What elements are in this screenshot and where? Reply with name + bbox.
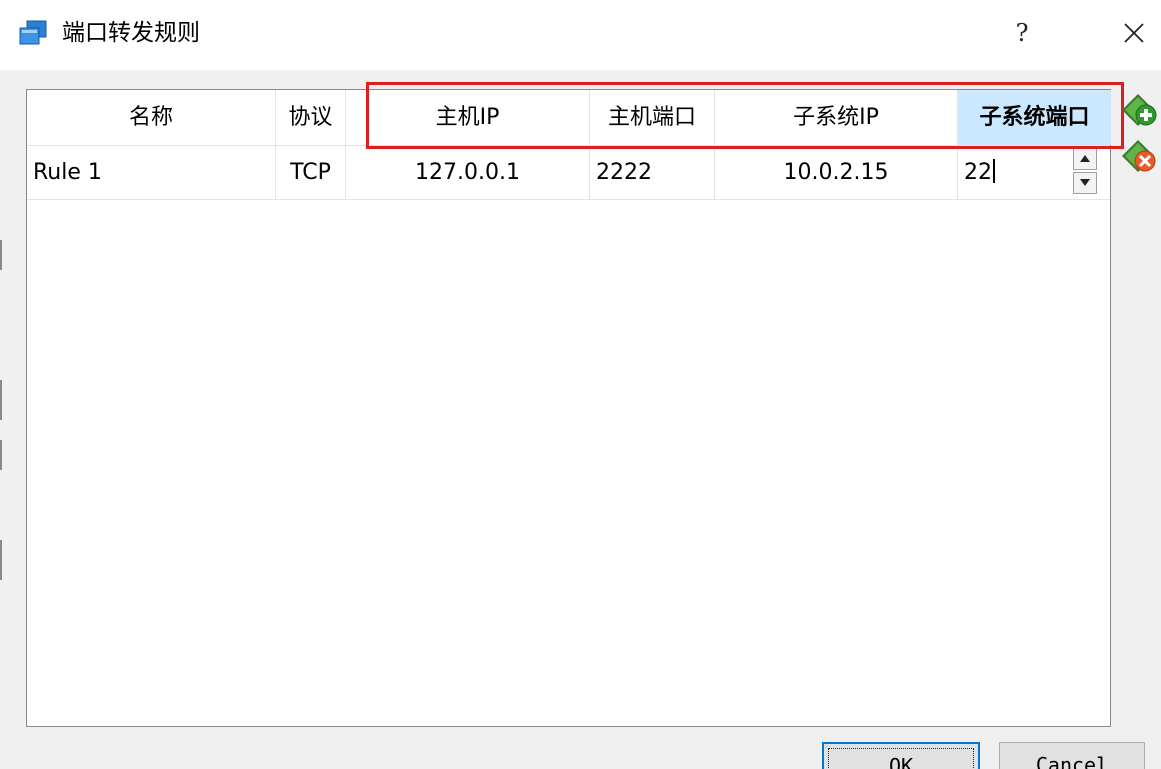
port-forwarding-dialog: 端口转发规则 ? 名称 协议 主机IP 主机端口 子系统IP 子系统端口 Rul… bbox=[0, 0, 1161, 769]
text-caret bbox=[993, 159, 995, 183]
column-header-host-ip[interactable]: 主机IP bbox=[346, 90, 590, 145]
edge-divider bbox=[0, 240, 2, 270]
column-header-guest-port[interactable]: 子系统端口 bbox=[958, 90, 1111, 145]
help-button[interactable]: ? bbox=[1000, 12, 1044, 54]
network-window-icon bbox=[19, 20, 47, 45]
table-header: 名称 协议 主机IP 主机端口 子系统IP 子系统端口 bbox=[27, 90, 1111, 146]
guest-port-value: 22 bbox=[964, 160, 992, 185]
arrow-down-icon bbox=[1080, 179, 1090, 186]
cell-host-ip[interactable]: 127.0.0.1 bbox=[346, 146, 590, 199]
add-rule-icon bbox=[1122, 94, 1157, 126]
remove-rule-icon bbox=[1122, 140, 1156, 172]
column-header-guest-ip[interactable]: 子系统IP bbox=[715, 90, 958, 145]
remove-rule-button[interactable] bbox=[1120, 138, 1158, 176]
add-rule-button[interactable] bbox=[1120, 92, 1158, 130]
edge-divider bbox=[0, 540, 2, 580]
edge-divider bbox=[0, 380, 2, 420]
close-icon bbox=[1124, 23, 1144, 43]
column-header-protocol[interactable]: 协议 bbox=[276, 90, 346, 145]
edge-divider bbox=[0, 440, 2, 470]
cell-name[interactable]: Rule 1 bbox=[27, 146, 276, 199]
cell-host-port[interactable]: 2222 bbox=[590, 146, 715, 199]
spin-down-button[interactable] bbox=[1073, 172, 1097, 194]
title-bar: 端口转发规则 ? bbox=[0, 0, 1161, 70]
window-title: 端口转发规则 bbox=[62, 20, 200, 46]
close-button[interactable] bbox=[1112, 12, 1156, 54]
cell-protocol[interactable]: TCP bbox=[276, 146, 346, 199]
table-row[interactable]: Rule 1 TCP 127.0.0.1 2222 10.0.2.15 22 bbox=[27, 146, 1110, 200]
column-header-host-port[interactable]: 主机端口 bbox=[590, 90, 715, 145]
focus-rect bbox=[828, 748, 974, 769]
ok-button[interactable]: OK bbox=[822, 742, 980, 769]
spin-up-button[interactable] bbox=[1073, 148, 1097, 170]
arrow-up-icon bbox=[1080, 155, 1090, 162]
cancel-button[interactable]: Cancel bbox=[999, 742, 1145, 769]
cell-guest-ip[interactable]: 10.0.2.15 bbox=[715, 146, 958, 199]
port-spinner[interactable] bbox=[1073, 148, 1099, 196]
cancel-label: Cancel bbox=[1035, 753, 1109, 769]
column-header-name[interactable]: 名称 bbox=[27, 90, 276, 145]
rules-table[interactable]: 名称 协议 主机IP 主机端口 子系统IP 子系统端口 Rule 1 TCP 1… bbox=[26, 89, 1111, 727]
